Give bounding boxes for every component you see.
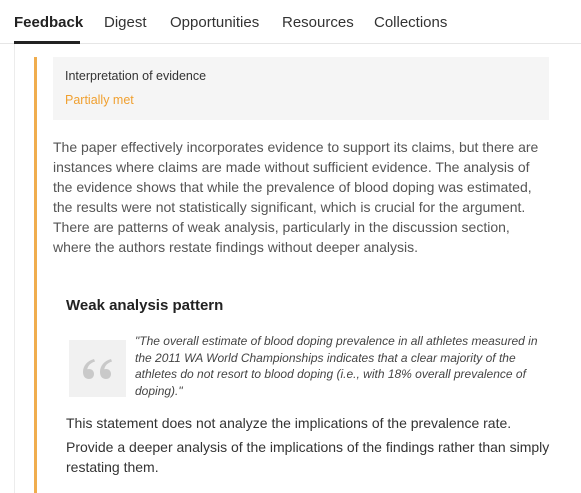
criterion-title: Interpretation of evidence — [65, 69, 207, 83]
tab-collections[interactable]: Collections — [374, 14, 447, 31]
tab-opportunities[interactable]: Opportunities — [170, 14, 259, 31]
pattern-analysis: This statement does not analyze the impl… — [66, 415, 512, 431]
quote-icon-container — [69, 340, 126, 397]
tab-bar: Feedback Digest Opportunities Resources … — [0, 0, 581, 44]
feedback-paragraph: The paper effectively incorporates evide… — [53, 139, 539, 255]
content-divider — [14, 44, 15, 493]
pattern-title: Weak analysis pattern — [66, 297, 224, 314]
status-accent-bar — [34, 57, 37, 493]
criterion-status: Partially met — [65, 93, 134, 107]
tab-digest[interactable]: Digest — [104, 14, 147, 31]
pattern-recommendation: Provide a deeper analysis of the implica… — [66, 439, 550, 475]
tab-resources[interactable]: Resources — [282, 14, 354, 31]
evidence-quote: "The overall estimate of blood doping pr… — [135, 334, 538, 398]
tab-feedback[interactable]: Feedback — [14, 14, 83, 31]
quote-icon — [83, 359, 112, 379]
active-tab-indicator — [14, 41, 80, 44]
criterion-header: Interpretation of evidence Partially met — [53, 57, 549, 120]
